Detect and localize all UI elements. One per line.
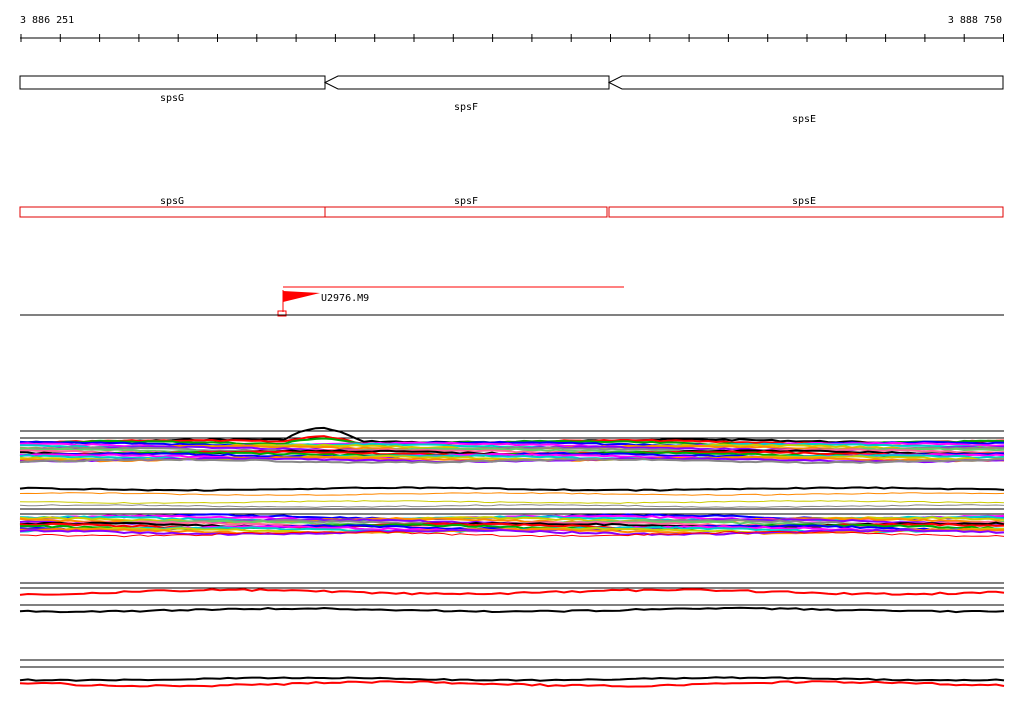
gene-label-spsF: spsF [454, 102, 478, 113]
expression-profile-line [19, 500, 1005, 504]
gene-arrow-spsG[interactable] [19, 75, 326, 90]
gene-track[interactable]: spsG spsF spsE [19, 75, 1004, 125]
expression-profile-line [19, 676, 1005, 682]
gene-label-spsE: spsE [792, 114, 816, 125]
gene-arrow-spsF[interactable] [323, 75, 610, 90]
expression-profile-line [19, 492, 1005, 496]
operon-track[interactable]: spsG spsF spsE [19, 196, 1004, 218]
ruler-end-label: 3 888 750 [948, 15, 1002, 26]
expression-tracks [19, 426, 1005, 688]
genome-browser-canvas: 3 886 251 3 888 750 spsG spsF spsE spsG … [19, 15, 1005, 688]
flag-icon[interactable] [283, 291, 320, 302]
expression-profile-line [19, 504, 1005, 508]
expression-profile-line [19, 680, 1005, 688]
operon-label-spsF: spsF [454, 196, 478, 207]
coordinate-ruler: 3 886 251 3 888 750 [20, 15, 1004, 42]
operon-label-spsE: spsE [792, 196, 816, 207]
ruler-start-label: 3 886 251 [20, 15, 74, 26]
expression-profile-line [19, 606, 1005, 614]
expression-profile-line [19, 486, 1005, 492]
gene-arrow-spsE[interactable] [607, 75, 1004, 90]
operon-segment-spsF[interactable] [324, 206, 608, 218]
expression-profile-line [19, 588, 1005, 596]
gene-label-spsG: spsG [160, 93, 184, 104]
operon-label-spsG: spsG [160, 196, 184, 207]
operon-segment-spsE[interactable] [608, 206, 1004, 218]
feature-marker-label: U2976.M9 [321, 293, 369, 304]
operon-segment-spsG[interactable] [19, 206, 326, 218]
feature-marker-track[interactable]: U2976.M9 [20, 286, 1004, 317]
